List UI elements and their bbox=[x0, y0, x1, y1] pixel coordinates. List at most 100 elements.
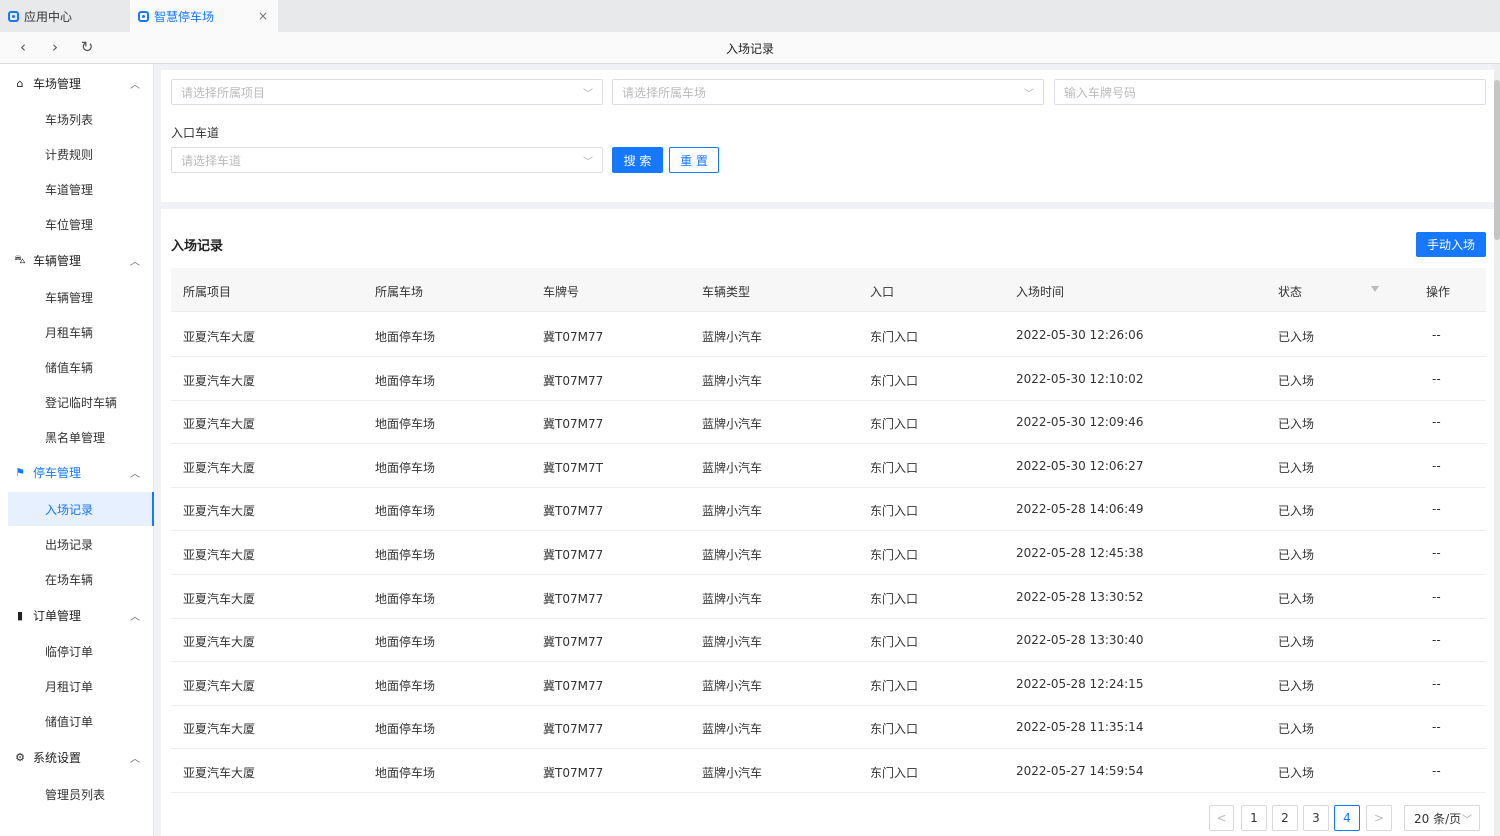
table-cell: 冀T07M77 bbox=[543, 766, 604, 780]
table-cell: 蓝牌小汽车 bbox=[702, 722, 763, 737]
table-cell: 蓝牌小汽车 bbox=[702, 460, 763, 475]
table-cell: -- bbox=[1432, 720, 1441, 735]
nav-bar: ‹ › ↻ 入场记录 bbox=[0, 32, 1500, 64]
chevron-up-icon[interactable]: ︿ bbox=[130, 253, 140, 268]
sidebar-item[interactable]: 储值订单 bbox=[0, 704, 154, 738]
tab-smart-parking[interactable]: 智慧停车场 × bbox=[130, 0, 278, 32]
lane-label: 入口车道 bbox=[171, 126, 220, 140]
scrollbar-thumb[interactable] bbox=[1494, 80, 1500, 240]
column-header: 车牌号 bbox=[543, 285, 580, 299]
table-cell: 已入场 bbox=[1278, 417, 1315, 432]
table-cell: -- bbox=[1432, 458, 1441, 473]
table-cell: 亚夏汽车大厦 bbox=[183, 678, 256, 693]
table-cell: 地面停车场 bbox=[375, 591, 436, 606]
manual-entry-button[interactable]: 手动入场 bbox=[1416, 232, 1486, 257]
sidebar-item[interactable]: 登记临时车辆 bbox=[0, 385, 154, 419]
table-cell: 东门入口 bbox=[870, 766, 919, 780]
sidebar-item[interactable]: 临停订单 bbox=[0, 634, 154, 668]
page-size-select[interactable]: 20 条/页 ﹀ bbox=[1404, 805, 1480, 831]
table-cell: 亚夏汽车大厦 bbox=[183, 635, 256, 650]
table-cell: 地面停车场 bbox=[375, 766, 436, 780]
sidebar-item[interactable]: 月租车辆 bbox=[0, 315, 154, 349]
page-button[interactable]: 4 bbox=[1334, 805, 1360, 831]
table-cell: 冀T07M77 bbox=[543, 417, 604, 432]
sidebar-item[interactable]: 车道管理 bbox=[0, 172, 154, 206]
sidebar-group-label: 订单管理 bbox=[33, 608, 82, 623]
table-cell: 东门入口 bbox=[870, 460, 919, 475]
table-cell: -- bbox=[1432, 589, 1441, 604]
table-cell: 东门入口 bbox=[870, 635, 919, 650]
table-cell: 冀T07M77 bbox=[543, 591, 604, 606]
reset-button[interactable]: 重 置 bbox=[669, 147, 719, 173]
sidebar-group-0[interactable]: ⌂ 车场管理 ︿ bbox=[0, 65, 154, 101]
lot-select[interactable]: 请选择所属车场 ﹀ bbox=[612, 79, 1044, 105]
chevron-up-icon[interactable]: ︿ bbox=[130, 465, 140, 480]
chevron-down-icon: ﹀ bbox=[583, 157, 593, 168]
chevron-up-icon[interactable]: ︿ bbox=[130, 76, 140, 91]
table-cell: 2022-05-30 12:26:06 bbox=[1016, 328, 1144, 342]
table-cell: 2022-05-28 13:30:40 bbox=[1016, 633, 1144, 648]
table-cell: 冀T07M77 bbox=[543, 504, 604, 519]
table-cell: 亚夏汽车大厦 bbox=[183, 417, 256, 432]
table-cell: 2022-05-27 14:59:54 bbox=[1016, 764, 1144, 778]
chevron-up-icon[interactable]: ︿ bbox=[130, 750, 140, 765]
sidebar-item[interactable]: 入场记录 bbox=[8, 492, 154, 526]
sidebar-group-label: 停车管理 bbox=[33, 465, 82, 480]
sidebar-item[interactable]: 在场车辆 bbox=[0, 562, 154, 596]
table-cell: 已入场 bbox=[1278, 460, 1315, 475]
chevron-up-icon[interactable]: ︿ bbox=[130, 608, 140, 623]
table-cell: 2022-05-30 12:09:46 bbox=[1016, 415, 1144, 430]
filter-icon[interactable] bbox=[1371, 286, 1379, 292]
lane-select[interactable]: 请选择车道 ﹀ bbox=[171, 147, 603, 173]
table-cell: 地面停车场 bbox=[375, 678, 436, 693]
sidebar-item[interactable]: 车场列表 bbox=[0, 102, 154, 136]
table-cell: 亚夏汽车大厦 bbox=[183, 504, 256, 519]
sidebar-group-1[interactable]: ⛍ 车辆管理 ︿ bbox=[0, 242, 154, 278]
sidebar-item[interactable]: 计费规则 bbox=[0, 137, 154, 171]
prev-page-button[interactable]: < bbox=[1209, 805, 1234, 831]
table-cell: 蓝牌小汽车 bbox=[702, 417, 763, 432]
sidebar-item[interactable]: 黑名单管理 bbox=[0, 420, 154, 454]
page-button[interactable]: 1 bbox=[1241, 805, 1267, 831]
car-icon: ⛍ bbox=[14, 252, 26, 266]
page-button[interactable]: 2 bbox=[1272, 805, 1298, 831]
page-button[interactable]: 3 bbox=[1303, 805, 1329, 831]
tab-label: 应用中心 bbox=[24, 9, 73, 24]
order-icon: ▮ bbox=[16, 608, 24, 622]
table-cell: 地面停车场 bbox=[375, 635, 436, 650]
sidebar-item[interactable]: 储值车辆 bbox=[0, 350, 154, 384]
table-cell: 亚夏汽车大厦 bbox=[183, 766, 256, 780]
sidebar-item[interactable]: 车位管理 bbox=[0, 207, 154, 241]
project-select-placeholder: 请选择所属项目 bbox=[181, 85, 266, 100]
table-cell: 已入场 bbox=[1278, 504, 1315, 519]
sidebar-group-4[interactable]: ⚙ 系统设置 ︿ bbox=[0, 739, 154, 775]
sidebar-item[interactable]: 管理员列表 bbox=[0, 777, 154, 811]
plate-input[interactable]: 输入车牌号码 bbox=[1054, 79, 1486, 105]
tab-app-center[interactable]: 应用中心 bbox=[0, 0, 130, 32]
parking-lot-icon: ⌂ bbox=[16, 76, 24, 90]
sidebar-group-label: 车辆管理 bbox=[33, 253, 82, 268]
column-header: 所属项目 bbox=[183, 285, 232, 299]
table-cell: 2022-05-30 12:10:02 bbox=[1016, 371, 1144, 386]
gear-icon: ⚙ bbox=[15, 750, 25, 764]
table-cell: 蓝牌小汽车 bbox=[702, 548, 763, 562]
table-cell: 蓝牌小汽车 bbox=[702, 635, 763, 650]
table-cell: 地面停车场 bbox=[375, 722, 436, 737]
project-select[interactable]: 请选择所属项目 ﹀ bbox=[171, 79, 603, 105]
sidebar-item[interactable]: 出场记录 bbox=[0, 527, 154, 561]
parking-icon bbox=[138, 10, 149, 22]
column-header: 所属车场 bbox=[375, 285, 424, 299]
close-icon[interactable]: × bbox=[258, 9, 268, 23]
table-cell: 已入场 bbox=[1278, 722, 1315, 737]
table-cell: 亚夏汽车大厦 bbox=[183, 722, 256, 737]
sidebar-item[interactable]: 车辆管理 bbox=[0, 280, 154, 314]
search-button[interactable]: 搜 索 bbox=[612, 147, 663, 173]
table-cell: 东门入口 bbox=[870, 722, 919, 737]
table-cell: 东门入口 bbox=[870, 417, 919, 432]
column-header: 入场时间 bbox=[1016, 285, 1065, 299]
sidebar-item[interactable]: 月租订单 bbox=[0, 669, 154, 703]
sidebar-group-2[interactable]: ⚑ 停车管理 ︿ bbox=[0, 454, 154, 490]
sidebar-group-3[interactable]: ▮ 订单管理 ︿ bbox=[0, 597, 154, 633]
next-page-button[interactable]: > bbox=[1366, 805, 1392, 831]
app-center-icon bbox=[8, 10, 19, 22]
